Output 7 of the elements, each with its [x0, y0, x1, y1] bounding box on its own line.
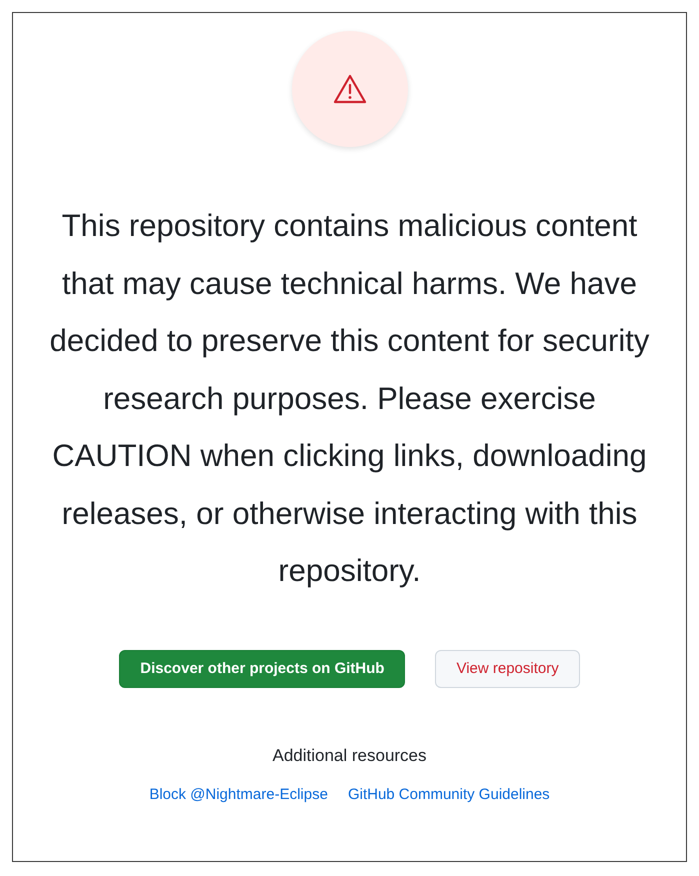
view-repository-button[interactable]: View repository: [435, 650, 580, 688]
discover-button[interactable]: Discover other projects on GitHub: [119, 650, 406, 688]
warning-message: This repository contains malicious content that may cause technical harms. We have decided to preserve this content for security research purposes. Please exercise CAUTION when clicking links, downloading releases, or otherwise interacting with this repository.: [48, 207, 650, 590]
resources-heading: Additional resources: [272, 746, 427, 766]
resource-link[interactable]: Block @Nightmare-Eclipse: [149, 786, 328, 802]
warning-icon: [332, 73, 368, 105]
resource-link[interactable]: GitHub Community Guidelines: [348, 786, 550, 802]
